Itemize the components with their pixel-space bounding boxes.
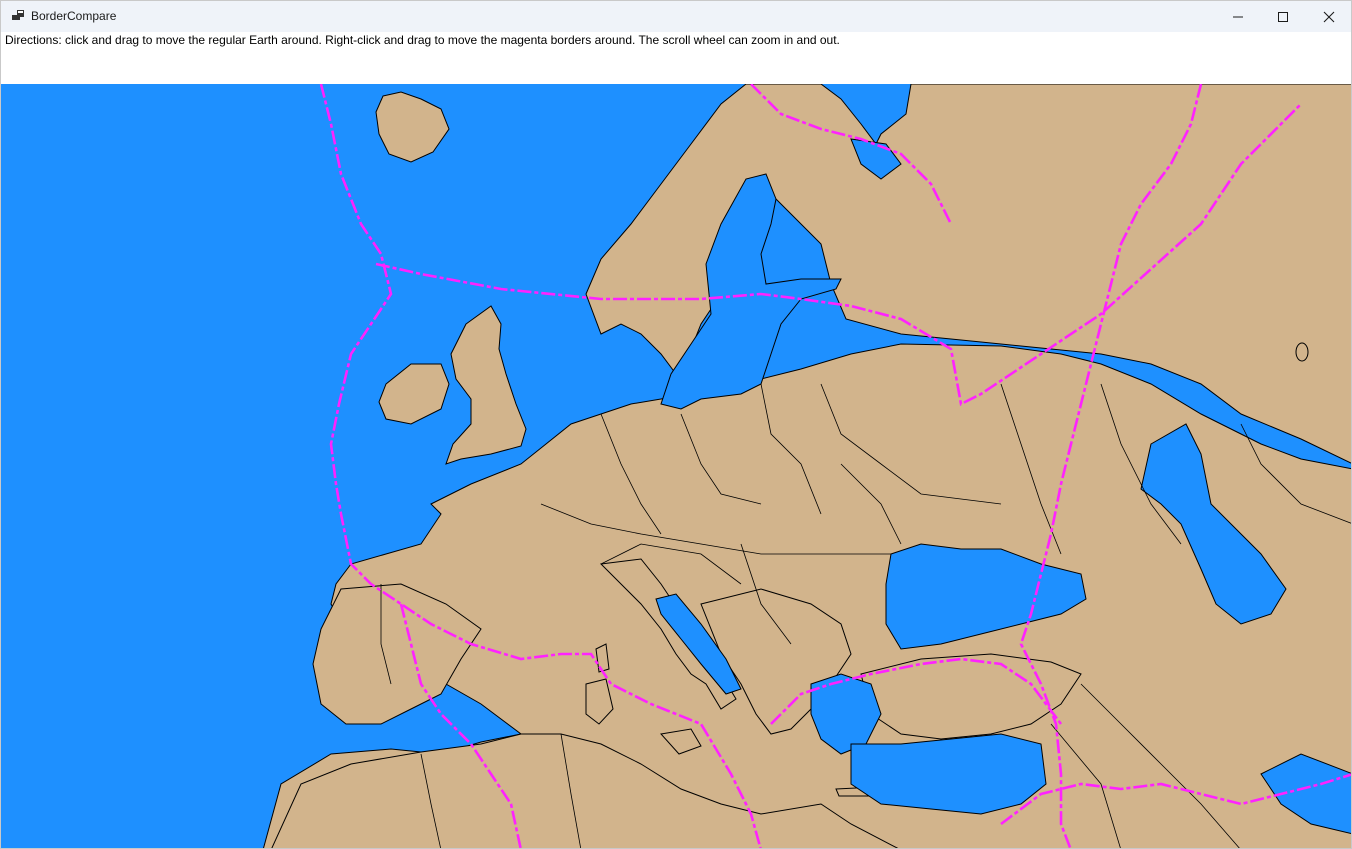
directions-text: Directions: click and drag to move the r… <box>5 33 840 47</box>
close-button[interactable] <box>1306 1 1351 32</box>
directions-panel: Directions: click and drag to move the r… <box>1 32 1351 84</box>
maximize-button[interactable] <box>1260 1 1306 32</box>
map-svg[interactable] <box>1 84 1352 849</box>
small-island-shape <box>1295 342 1309 362</box>
minimize-button[interactable] <box>1215 1 1261 32</box>
title-bar[interactable]: BorderCompare <box>1 1 1351 32</box>
map-canvas[interactable] <box>1 84 1352 849</box>
mediterranean-east-shape <box>850 733 1047 815</box>
minimize-icon <box>1233 16 1243 17</box>
close-icon <box>1323 11 1335 22</box>
app-window-icon <box>11 9 25 23</box>
maximize-icon <box>1278 11 1288 22</box>
window-title: BorderCompare <box>31 9 117 23</box>
app-window: BorderCompare Directions: click and drag… <box>0 0 1352 849</box>
